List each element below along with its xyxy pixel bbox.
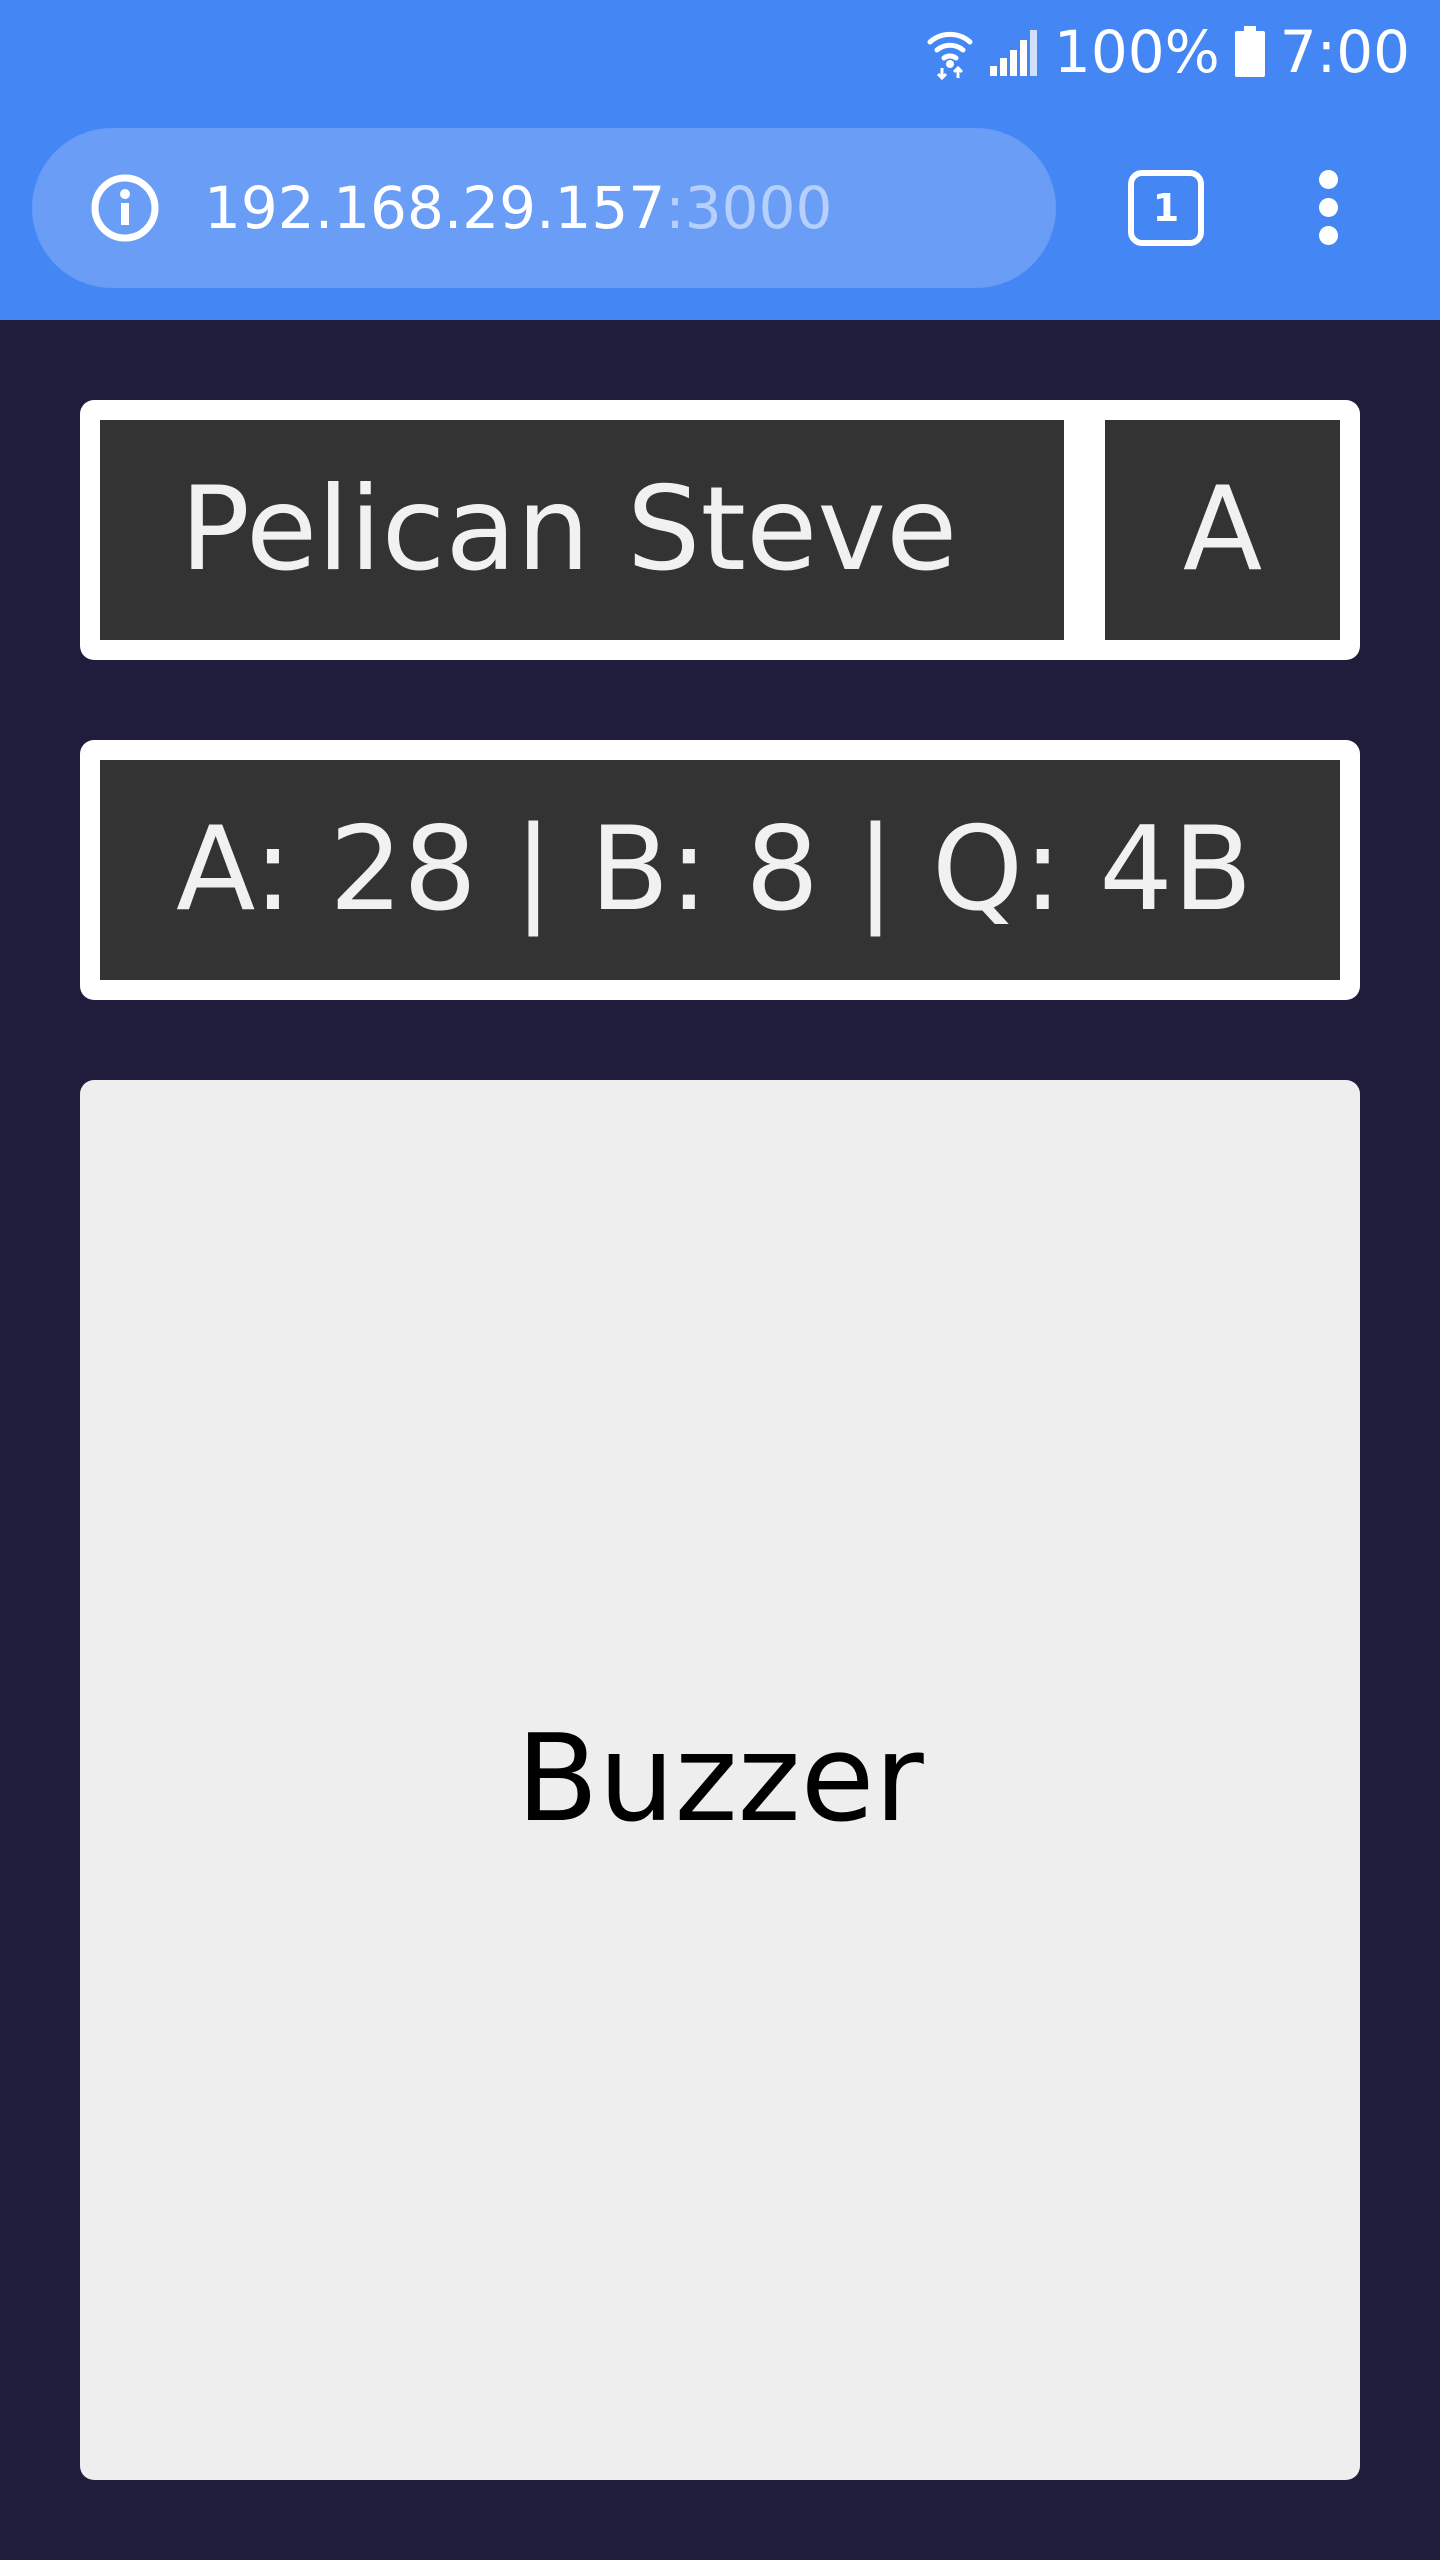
url-port: :3000 [665,174,833,242]
menu-dot-icon [1319,226,1338,245]
menu-dot-icon [1319,198,1338,217]
tab-count: 1 [1152,186,1180,230]
scoreboard-cell: A: 28 | B: 8 | Q: 4B [100,760,1340,980]
player-name-cell: Pelican Steve [100,420,1064,640]
player-panel: Pelican Steve A [80,400,1360,660]
player-team: A [1182,462,1263,597]
address-bar[interactable]: 192.168.29.157:3000 [32,128,1056,288]
battery-icon [1234,26,1266,78]
wifi-icon [926,24,974,80]
player-name: Pelican Steve [180,462,958,597]
info-icon[interactable] [90,173,160,243]
url-text[interactable]: 192.168.29.157:3000 [204,128,832,288]
buzzer-label: Buzzer [516,1710,924,1849]
scoreboard-panel: A: 28 | B: 8 | Q: 4B [80,740,1360,1000]
buzzer-button[interactable]: Buzzer [80,1080,1360,2480]
tab-switcher-button[interactable]: 1 [1128,170,1204,246]
url-host: 192.168.29.157 [204,174,666,242]
battery-percent: 100% [1053,18,1220,86]
menu-dot-icon [1319,170,1338,189]
clock: 7:00 [1279,18,1410,86]
status-bar-right: 100% 7:00 [926,18,1410,86]
status-bar: 100% 7:00 [0,0,1440,104]
signal-icon [988,26,1040,78]
scoreboard-text: A: 28 | B: 8 | Q: 4B [176,802,1253,937]
team-cell: A [1105,420,1340,640]
browser-chrome: 100% 7:00 192.168.29.157:3000 1 [0,0,1440,320]
overflow-menu-button[interactable] [1310,170,1348,246]
